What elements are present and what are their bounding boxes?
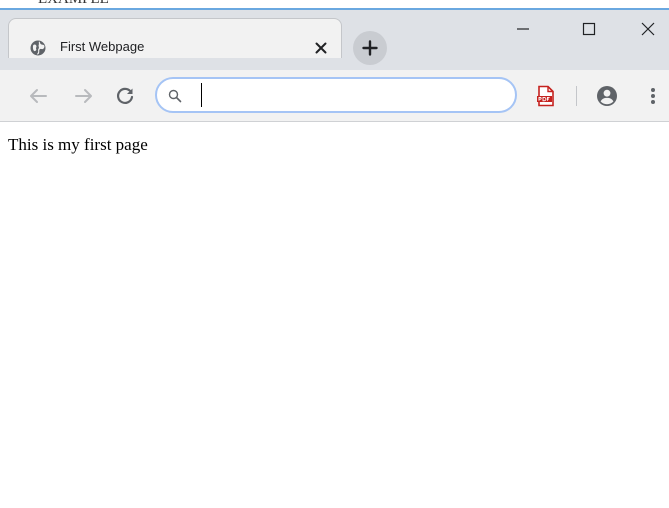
close-icon[interactable] (313, 40, 329, 56)
page-content: This is my first page (0, 122, 669, 508)
minimize-button[interactable] (500, 12, 546, 46)
address-input[interactable] (196, 82, 496, 108)
tab-title: First Webpage (60, 39, 145, 54)
search-icon (168, 89, 182, 103)
arrow-left-icon (30, 89, 47, 103)
background-window-edge: EXAMPLE (0, 0, 669, 10)
globe-icon (30, 40, 46, 56)
browser-window: EXAMPLE First Webpage (0, 0, 669, 508)
pdf-icon[interactable] (536, 85, 556, 107)
new-tab-button[interactable] (353, 31, 387, 65)
text-caret (201, 83, 202, 107)
reload-icon (117, 87, 134, 104)
reload-button[interactable] (113, 84, 137, 108)
more-vertical-icon[interactable] (645, 84, 661, 108)
account-circle-icon[interactable] (595, 84, 619, 108)
back-button[interactable] (26, 84, 50, 108)
close-icon (641, 22, 655, 36)
background-window-text: EXAMPLE (38, 0, 109, 8)
maximize-icon (582, 22, 596, 36)
plus-icon (362, 40, 378, 56)
window-close-button[interactable] (625, 12, 669, 46)
minimize-icon (517, 28, 529, 30)
tab-first-webpage[interactable] (8, 18, 342, 58)
toolbar-separator (576, 86, 577, 106)
page-body-text: This is my first page (8, 135, 148, 154)
arrow-right-icon (75, 89, 92, 103)
forward-button[interactable] (72, 84, 96, 108)
maximize-button[interactable] (566, 12, 612, 46)
